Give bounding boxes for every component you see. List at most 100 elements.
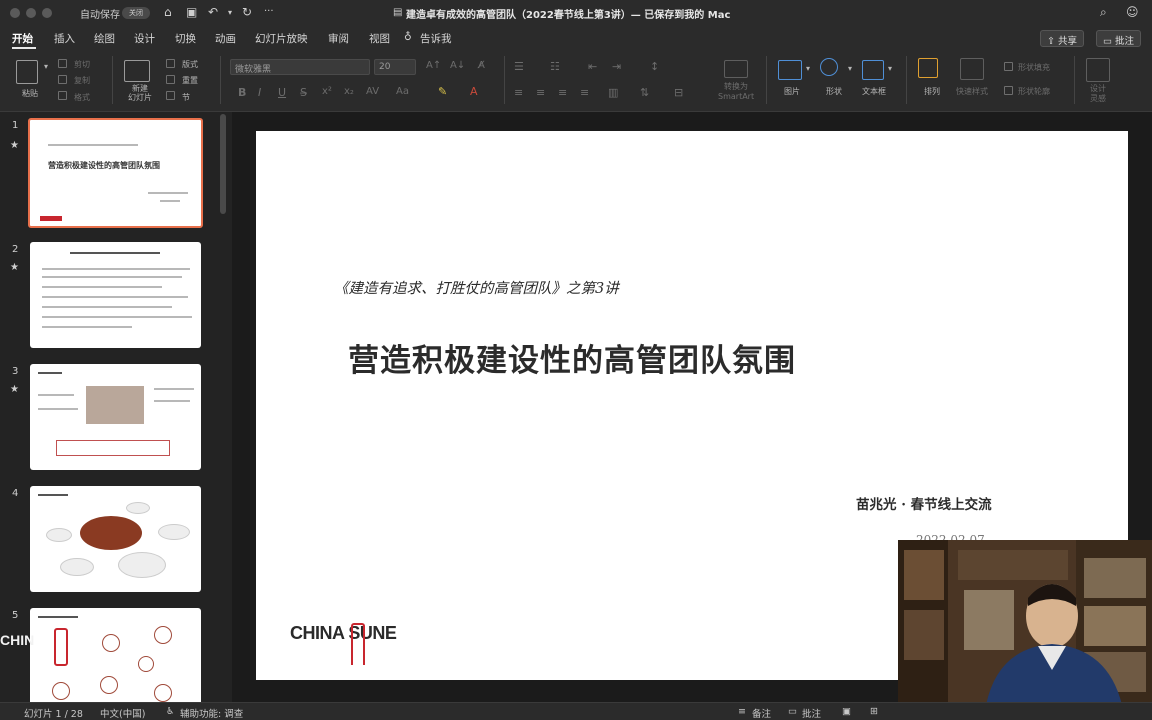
notes-button[interactable]: 备注 [752, 706, 771, 720]
decrease-indent-icon[interactable]: ⇤ [588, 60, 597, 73]
layout-label[interactable]: 版式 [182, 59, 198, 70]
account-icon[interactable]: ☺ [1126, 5, 1139, 19]
shape-label[interactable]: 形状 [826, 86, 842, 97]
share-button[interactable]: ⇪ 共享 [1040, 30, 1084, 47]
textbox-icon[interactable] [862, 60, 884, 80]
justify-icon[interactable]: ≡ [580, 86, 589, 99]
line-spacing-icon[interactable]: ↕ [650, 60, 659, 73]
undo-dropdown-icon[interactable]: ▾ [228, 8, 232, 17]
copy-icon[interactable] [58, 75, 67, 84]
arrange-icon[interactable] [918, 58, 938, 78]
normal-view-icon[interactable]: ▣ [842, 706, 851, 717]
convert-smartart-label[interactable]: 转换为 SmartArt [718, 82, 754, 102]
undo-icon[interactable]: ↶ [208, 5, 218, 19]
tab-insert[interactable]: 插入 [54, 31, 75, 46]
underline-icon[interactable]: U [278, 86, 286, 99]
bullets-icon[interactable]: ☰ [514, 60, 524, 73]
quick-styles-label[interactable]: 快速样式 [956, 86, 988, 97]
font-color-icon[interactable]: A [470, 85, 478, 98]
char-spacing-icon[interactable]: AV [366, 86, 379, 97]
align-left-icon[interactable]: ≡ [514, 86, 523, 99]
thumbnail-slide-2[interactable] [30, 242, 201, 348]
thumbnail-slide-1[interactable]: 营造积极建设性的高管团队氛围 [28, 118, 203, 228]
strikethrough-icon[interactable]: S̶ [300, 86, 307, 99]
layout-icon[interactable] [166, 59, 175, 68]
autosave-toggle[interactable]: 关闭 [122, 7, 150, 19]
tab-review[interactable]: 审阅 [328, 31, 349, 46]
picture-label[interactable]: 图片 [784, 86, 800, 97]
tab-transitions[interactable]: 切换 [175, 31, 196, 46]
textbox-label[interactable]: 文本框 [862, 86, 886, 97]
shape-dropdown-icon[interactable]: ▾ [848, 64, 852, 73]
tab-design[interactable]: 设计 [134, 31, 155, 46]
language-indicator[interactable]: 中文(中国) [100, 706, 145, 720]
cut-label[interactable]: 剪切 [74, 59, 90, 70]
home-icon[interactable]: ⌂ [164, 5, 172, 19]
bold-icon[interactable]: B [238, 86, 246, 99]
columns-icon[interactable]: ▥ [608, 86, 618, 99]
thumbnail-slide-4[interactable] [30, 486, 201, 592]
design-ideas-icon[interactable] [1086, 58, 1110, 82]
paste-icon[interactable] [16, 60, 38, 84]
comments-status-button[interactable]: 批注 [802, 706, 821, 720]
numbering-icon[interactable]: ☷ [550, 60, 560, 73]
new-slide-label[interactable]: 新建 幻灯片 [128, 84, 152, 102]
picture-dropdown-icon[interactable]: ▾ [806, 64, 810, 73]
textbox-dropdown-icon[interactable]: ▾ [888, 64, 892, 73]
tab-view[interactable]: 视图 [369, 31, 390, 46]
superscript-icon[interactable]: x² [322, 86, 332, 97]
save-icon[interactable]: ▣ [186, 5, 197, 19]
tab-animations[interactable]: 动画 [215, 31, 236, 46]
italic-icon[interactable]: I [258, 86, 261, 99]
comments-button[interactable]: ▭ 批注 [1096, 30, 1142, 47]
redo-icon[interactable]: ↻ [242, 5, 252, 19]
clear-format-icon[interactable]: A̸ [478, 60, 485, 71]
font-shrink-icon[interactable]: A↓ [450, 60, 465, 71]
tab-slideshow[interactable]: 幻灯片放映 [255, 31, 308, 46]
accessibility-status[interactable]: 辅助功能: 调查 [180, 706, 243, 720]
shape-outline-icon[interactable] [1004, 86, 1013, 95]
shape-fill-icon[interactable] [1004, 62, 1013, 71]
increase-indent-icon[interactable]: ⇥ [612, 60, 621, 73]
slide-thumbnails-pane[interactable]: 1 ★ 营造积极建设性的高管团队氛围 2 ★ 3 ★ 4 5 [0, 112, 232, 702]
more-commands-button[interactable]: ··· [264, 6, 274, 17]
new-slide-icon[interactable] [124, 60, 150, 82]
smartart-icon[interactable] [724, 60, 748, 78]
change-case-icon[interactable]: Aa [396, 86, 409, 97]
tell-me-search[interactable]: 告诉我 [420, 31, 452, 46]
arrange-label[interactable]: 排列 [924, 86, 940, 97]
copy-label[interactable]: 复制 [74, 75, 90, 86]
shape-outline-label[interactable]: 形状轮廓 [1018, 86, 1050, 97]
search-icon[interactable]: ⌕ [1100, 5, 1107, 20]
cut-icon[interactable] [58, 59, 67, 68]
thumbnail-slide-3[interactable] [30, 364, 201, 470]
format-painter-icon[interactable] [58, 91, 67, 100]
quick-styles-icon[interactable] [960, 58, 984, 80]
paste-dropdown-icon[interactable]: ▾ [44, 62, 48, 71]
shape-fill-label[interactable]: 形状填充 [1018, 62, 1050, 73]
sorter-view-icon[interactable]: ⊞ [870, 706, 878, 717]
section-icon[interactable] [166, 91, 175, 100]
subscript-icon[interactable]: x₂ [344, 86, 354, 97]
font-size-select[interactable]: 20 [374, 59, 416, 75]
font-grow-icon[interactable]: A↑ [426, 60, 441, 71]
picture-icon[interactable] [778, 60, 802, 80]
align-center-icon[interactable]: ≡ [536, 86, 545, 99]
thumbnail-scrollbar[interactable] [220, 114, 226, 214]
highlight-icon[interactable]: ✎ [438, 85, 447, 98]
minimize-window-button[interactable] [26, 8, 36, 18]
close-window-button[interactable] [10, 8, 20, 18]
zoom-window-button[interactable] [42, 8, 52, 18]
reset-label[interactable]: 重置 [182, 75, 198, 86]
shape-icon[interactable] [820, 58, 838, 76]
align-right-icon[interactable]: ≡ [558, 86, 567, 99]
text-direction-icon[interactable]: ⇅ [640, 86, 649, 99]
font-name-select[interactable]: 微软雅黑 [230, 59, 370, 75]
tab-home[interactable]: 开始 [12, 31, 33, 46]
format-painter-label[interactable]: 格式 [74, 92, 90, 103]
reset-icon[interactable] [166, 75, 175, 84]
align-text-icon[interactable]: ⊟ [674, 86, 683, 99]
tab-draw[interactable]: 绘图 [94, 31, 115, 46]
design-ideas-label[interactable]: 设计 灵感 [1090, 84, 1106, 104]
section-label[interactable]: 节 [182, 92, 190, 103]
